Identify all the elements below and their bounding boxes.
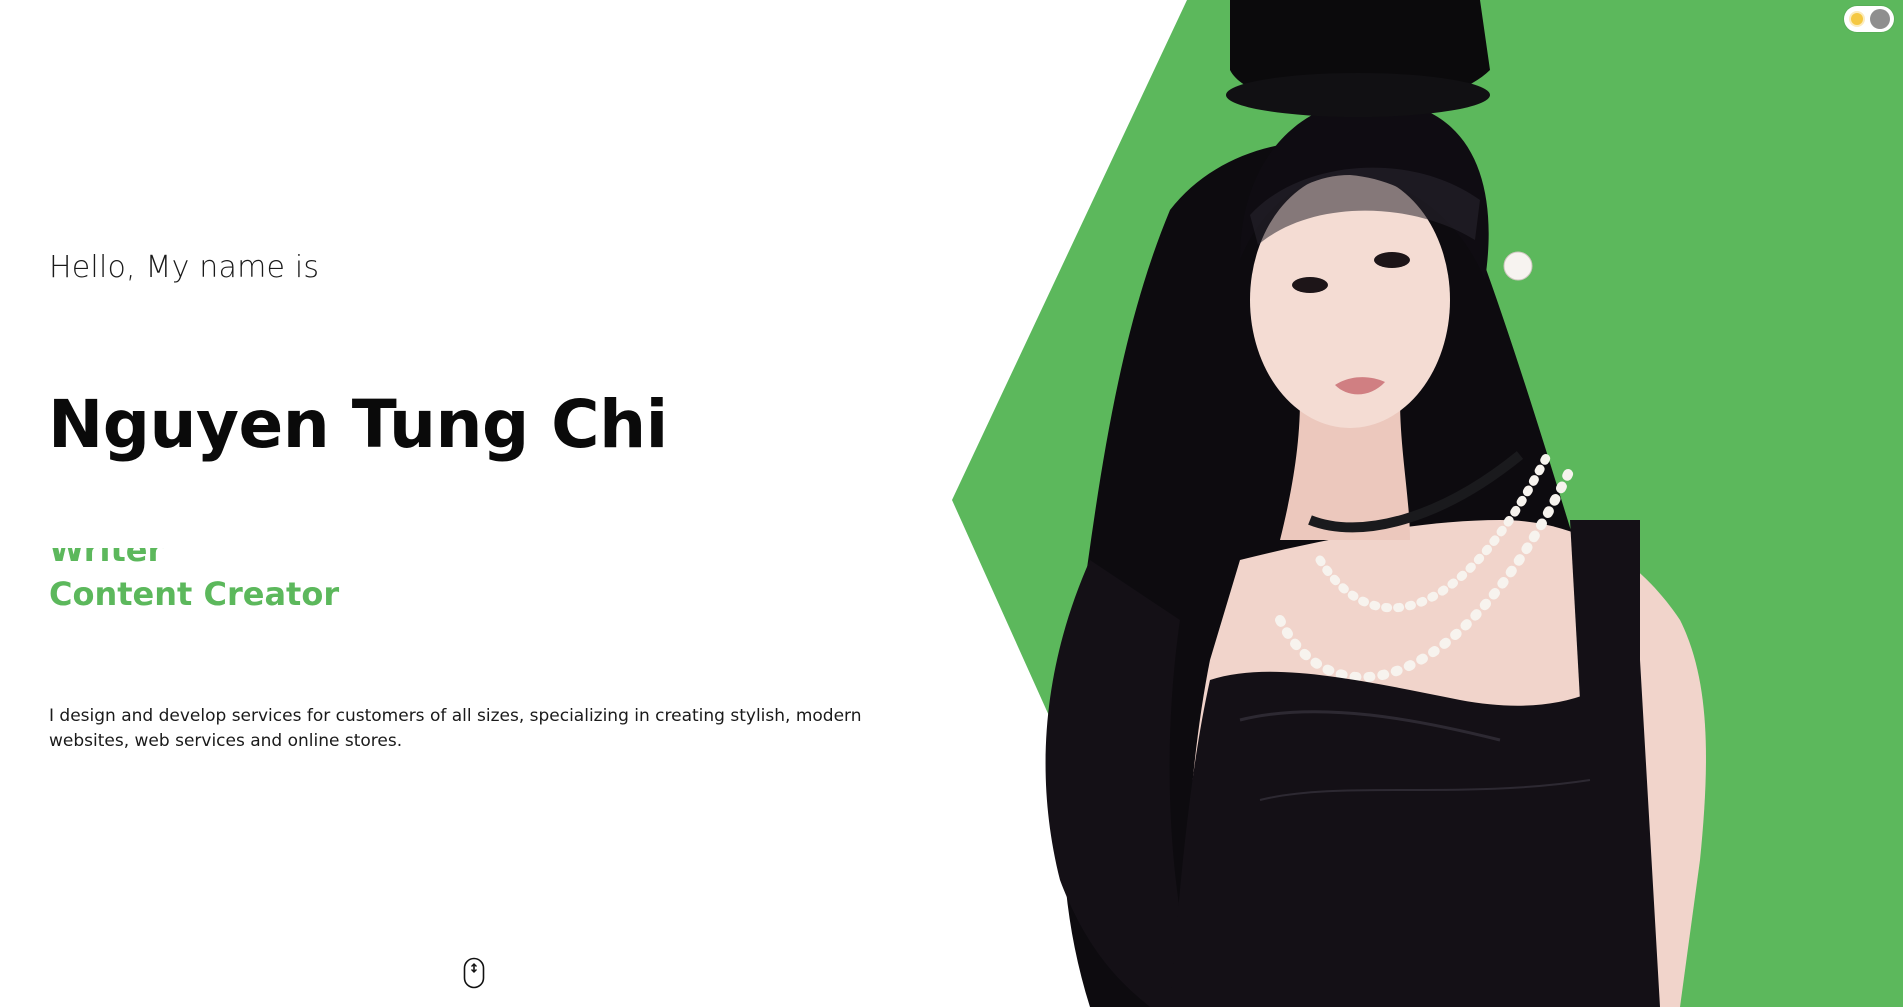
- theme-toggle-switch[interactable]: [1844, 6, 1894, 32]
- sun-icon: [1851, 13, 1863, 25]
- mouse-scroll-icon[interactable]: [463, 957, 485, 989]
- person-name: Nguyen Tung Chi: [48, 386, 668, 463]
- home-page: Hello, My name is Nguyen Tung Chi Writer…: [0, 0, 1903, 1007]
- toggle-knob: [1870, 9, 1890, 29]
- role-item-writer: Writer: [49, 548, 164, 569]
- greeting-text: Hello, My name is: [49, 250, 320, 285]
- role-typewriter: Writer Content Creator: [49, 548, 449, 612]
- intro-description: I design and develop services for custom…: [49, 706, 862, 751]
- hero-image-area: [940, 0, 1903, 1007]
- role-item-content-creator: Content Creator: [49, 575, 340, 612]
